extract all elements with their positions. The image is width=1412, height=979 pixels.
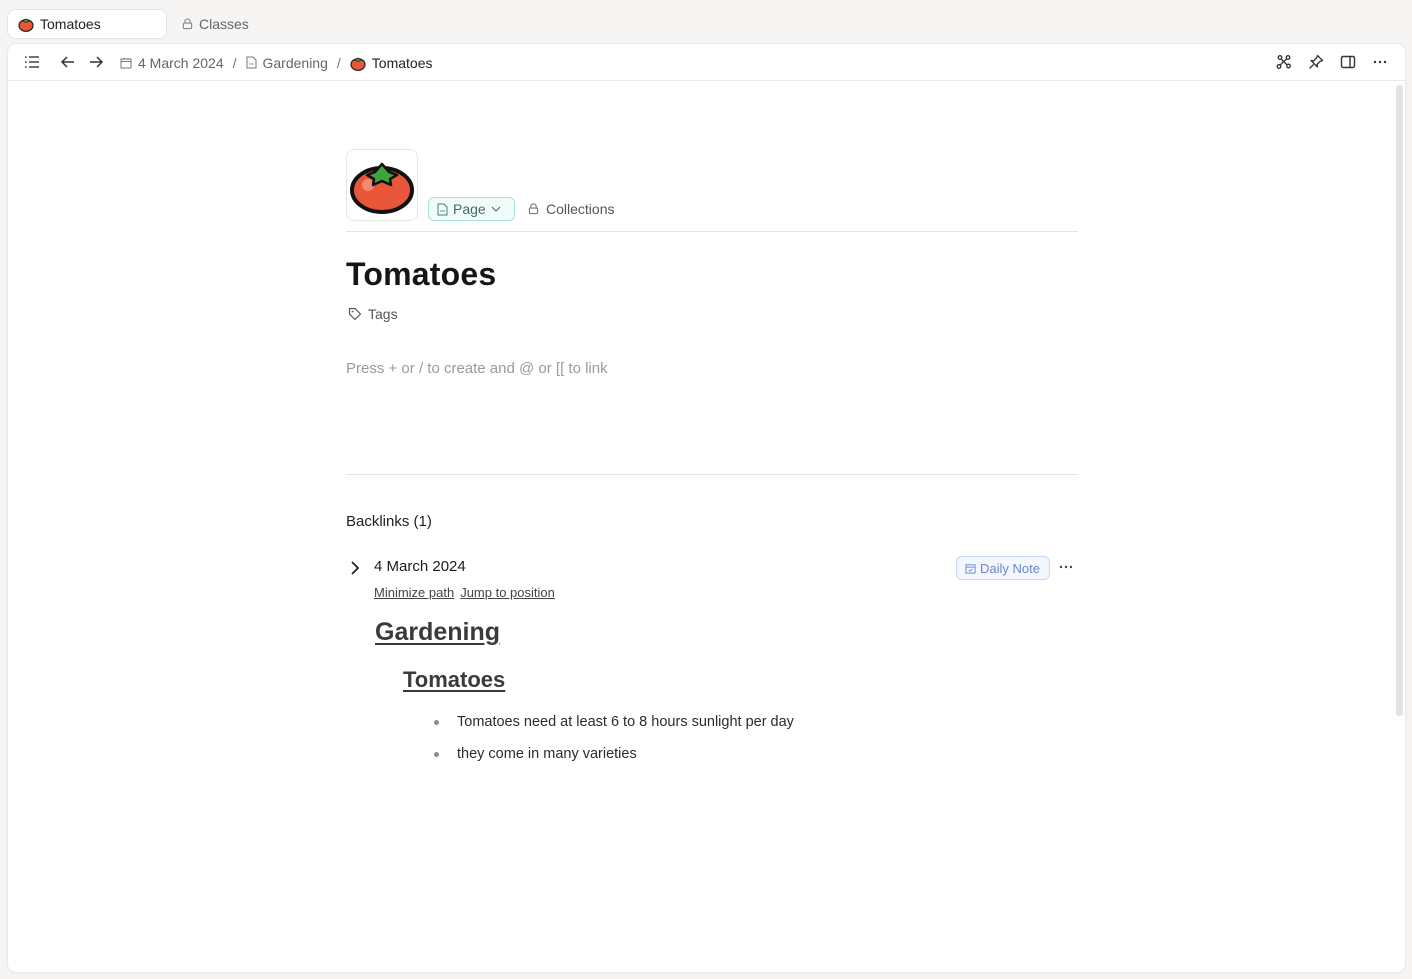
backlink-bullets: Tomatoes need at least 6 to 8 hours sunl…: [434, 706, 794, 770]
bullet-dot: [434, 719, 439, 725]
daily-note-badge[interactable]: Daily Note: [956, 556, 1050, 580]
chevron-right-icon[interactable]: [348, 559, 362, 577]
more-icon[interactable]: [1058, 557, 1074, 577]
page-type-label: Page: [453, 201, 486, 217]
divider: [346, 231, 1078, 232]
backlink-path-gardening[interactable]: Gardening: [375, 618, 500, 647]
lock-icon: [182, 18, 193, 30]
page-icon: [246, 56, 256, 69]
tomato-icon: [350, 57, 366, 71]
calendar-icon: [120, 57, 132, 68]
page-icon: [437, 203, 448, 215]
toolbar: 4 March 2024 / Gardening / Tomatoes: [8, 44, 1405, 81]
breadcrumb-label: 4 March 2024: [138, 54, 224, 71]
page-type-dropdown[interactable]: Page: [428, 197, 515, 221]
more-options-button[interactable]: [1367, 50, 1393, 74]
forward-button[interactable]: [83, 50, 109, 74]
breadcrumb-separator: /: [336, 54, 341, 71]
page-icon-box[interactable]: [346, 149, 418, 221]
collections-button[interactable]: Collections: [528, 197, 614, 221]
divider: [346, 474, 1078, 475]
tag-icon: [348, 307, 362, 321]
breadcrumb-item-tomatoes[interactable]: Tomatoes: [350, 54, 433, 71]
page-title[interactable]: Tomatoes: [346, 256, 496, 293]
list-icon: [25, 56, 39, 68]
breadcrumb-item-gardening[interactable]: Gardening: [246, 55, 328, 71]
minimize-path-link[interactable]: Minimize path: [374, 585, 454, 600]
back-button[interactable]: [55, 50, 81, 74]
tab-tomatoes[interactable]: Tomatoes: [8, 10, 166, 38]
more-icon: [1373, 60, 1387, 64]
backlink-path-tomatoes[interactable]: Tomatoes: [403, 667, 505, 693]
backlink-actions: Minimize path Jump to position: [374, 585, 555, 600]
tomato-icon: [350, 162, 414, 214]
list-item-text: Tomatoes need at least 6 to 8 hours sunl…: [457, 714, 794, 730]
arrow-left-icon: [60, 56, 74, 68]
backlink-item: 4 March 2024 Daily Note: [346, 555, 1078, 581]
tab-label: Tomatoes: [40, 16, 101, 32]
breadcrumb-label: Tomatoes: [371, 54, 433, 71]
tags-button[interactable]: Tags: [348, 306, 398, 322]
tab-classes[interactable]: Classes: [172, 10, 259, 38]
tab-strip: Tomatoes Classes: [0, 6, 1412, 40]
chevron-down-icon: [491, 206, 501, 212]
graph-icon: [1276, 55, 1291, 69]
bullet-dot: [434, 751, 439, 757]
main-panel: 4 March 2024 / Gardening / Tomatoes Page…: [8, 44, 1405, 972]
collections-label: Collections: [546, 201, 615, 217]
breadcrumb-label: Gardening: [262, 54, 328, 71]
arrow-right-icon: [90, 56, 104, 68]
outline-toggle-button[interactable]: [19, 50, 45, 74]
backlink-title[interactable]: 4 March 2024: [374, 558, 466, 575]
sidebar-icon: [1340, 55, 1356, 69]
jump-to-position-link[interactable]: Jump to position: [460, 585, 555, 600]
list-item[interactable]: they come in many varieties: [434, 738, 794, 770]
toggle-sidebar-button[interactable]: [1335, 50, 1361, 74]
vertical-scrollbar[interactable]: [1396, 85, 1403, 716]
breadcrumb: 4 March 2024 / Gardening / Tomatoes: [120, 44, 432, 81]
breadcrumb-item-date[interactable]: 4 March 2024: [120, 55, 224, 71]
tomato-icon: [18, 18, 34, 32]
daily-note-label: Daily Note: [980, 560, 1040, 576]
editor-placeholder[interactable]: Press + or / to create and @ or [[ to li…: [346, 360, 608, 377]
tab-label: Classes: [199, 16, 249, 32]
list-item-text: they come in many varieties: [457, 746, 637, 762]
breadcrumb-separator: /: [232, 54, 237, 71]
pin-icon: [1309, 54, 1324, 69]
pin-button[interactable]: [1303, 50, 1329, 74]
calendar-check-icon: [965, 563, 976, 574]
tags-label: Tags: [368, 306, 398, 322]
backlinks-heading: Backlinks (1): [346, 513, 432, 530]
list-item[interactable]: Tomatoes need at least 6 to 8 hours sunl…: [434, 706, 794, 738]
lock-icon: [528, 203, 539, 215]
graph-view-button[interactable]: [1271, 50, 1297, 74]
